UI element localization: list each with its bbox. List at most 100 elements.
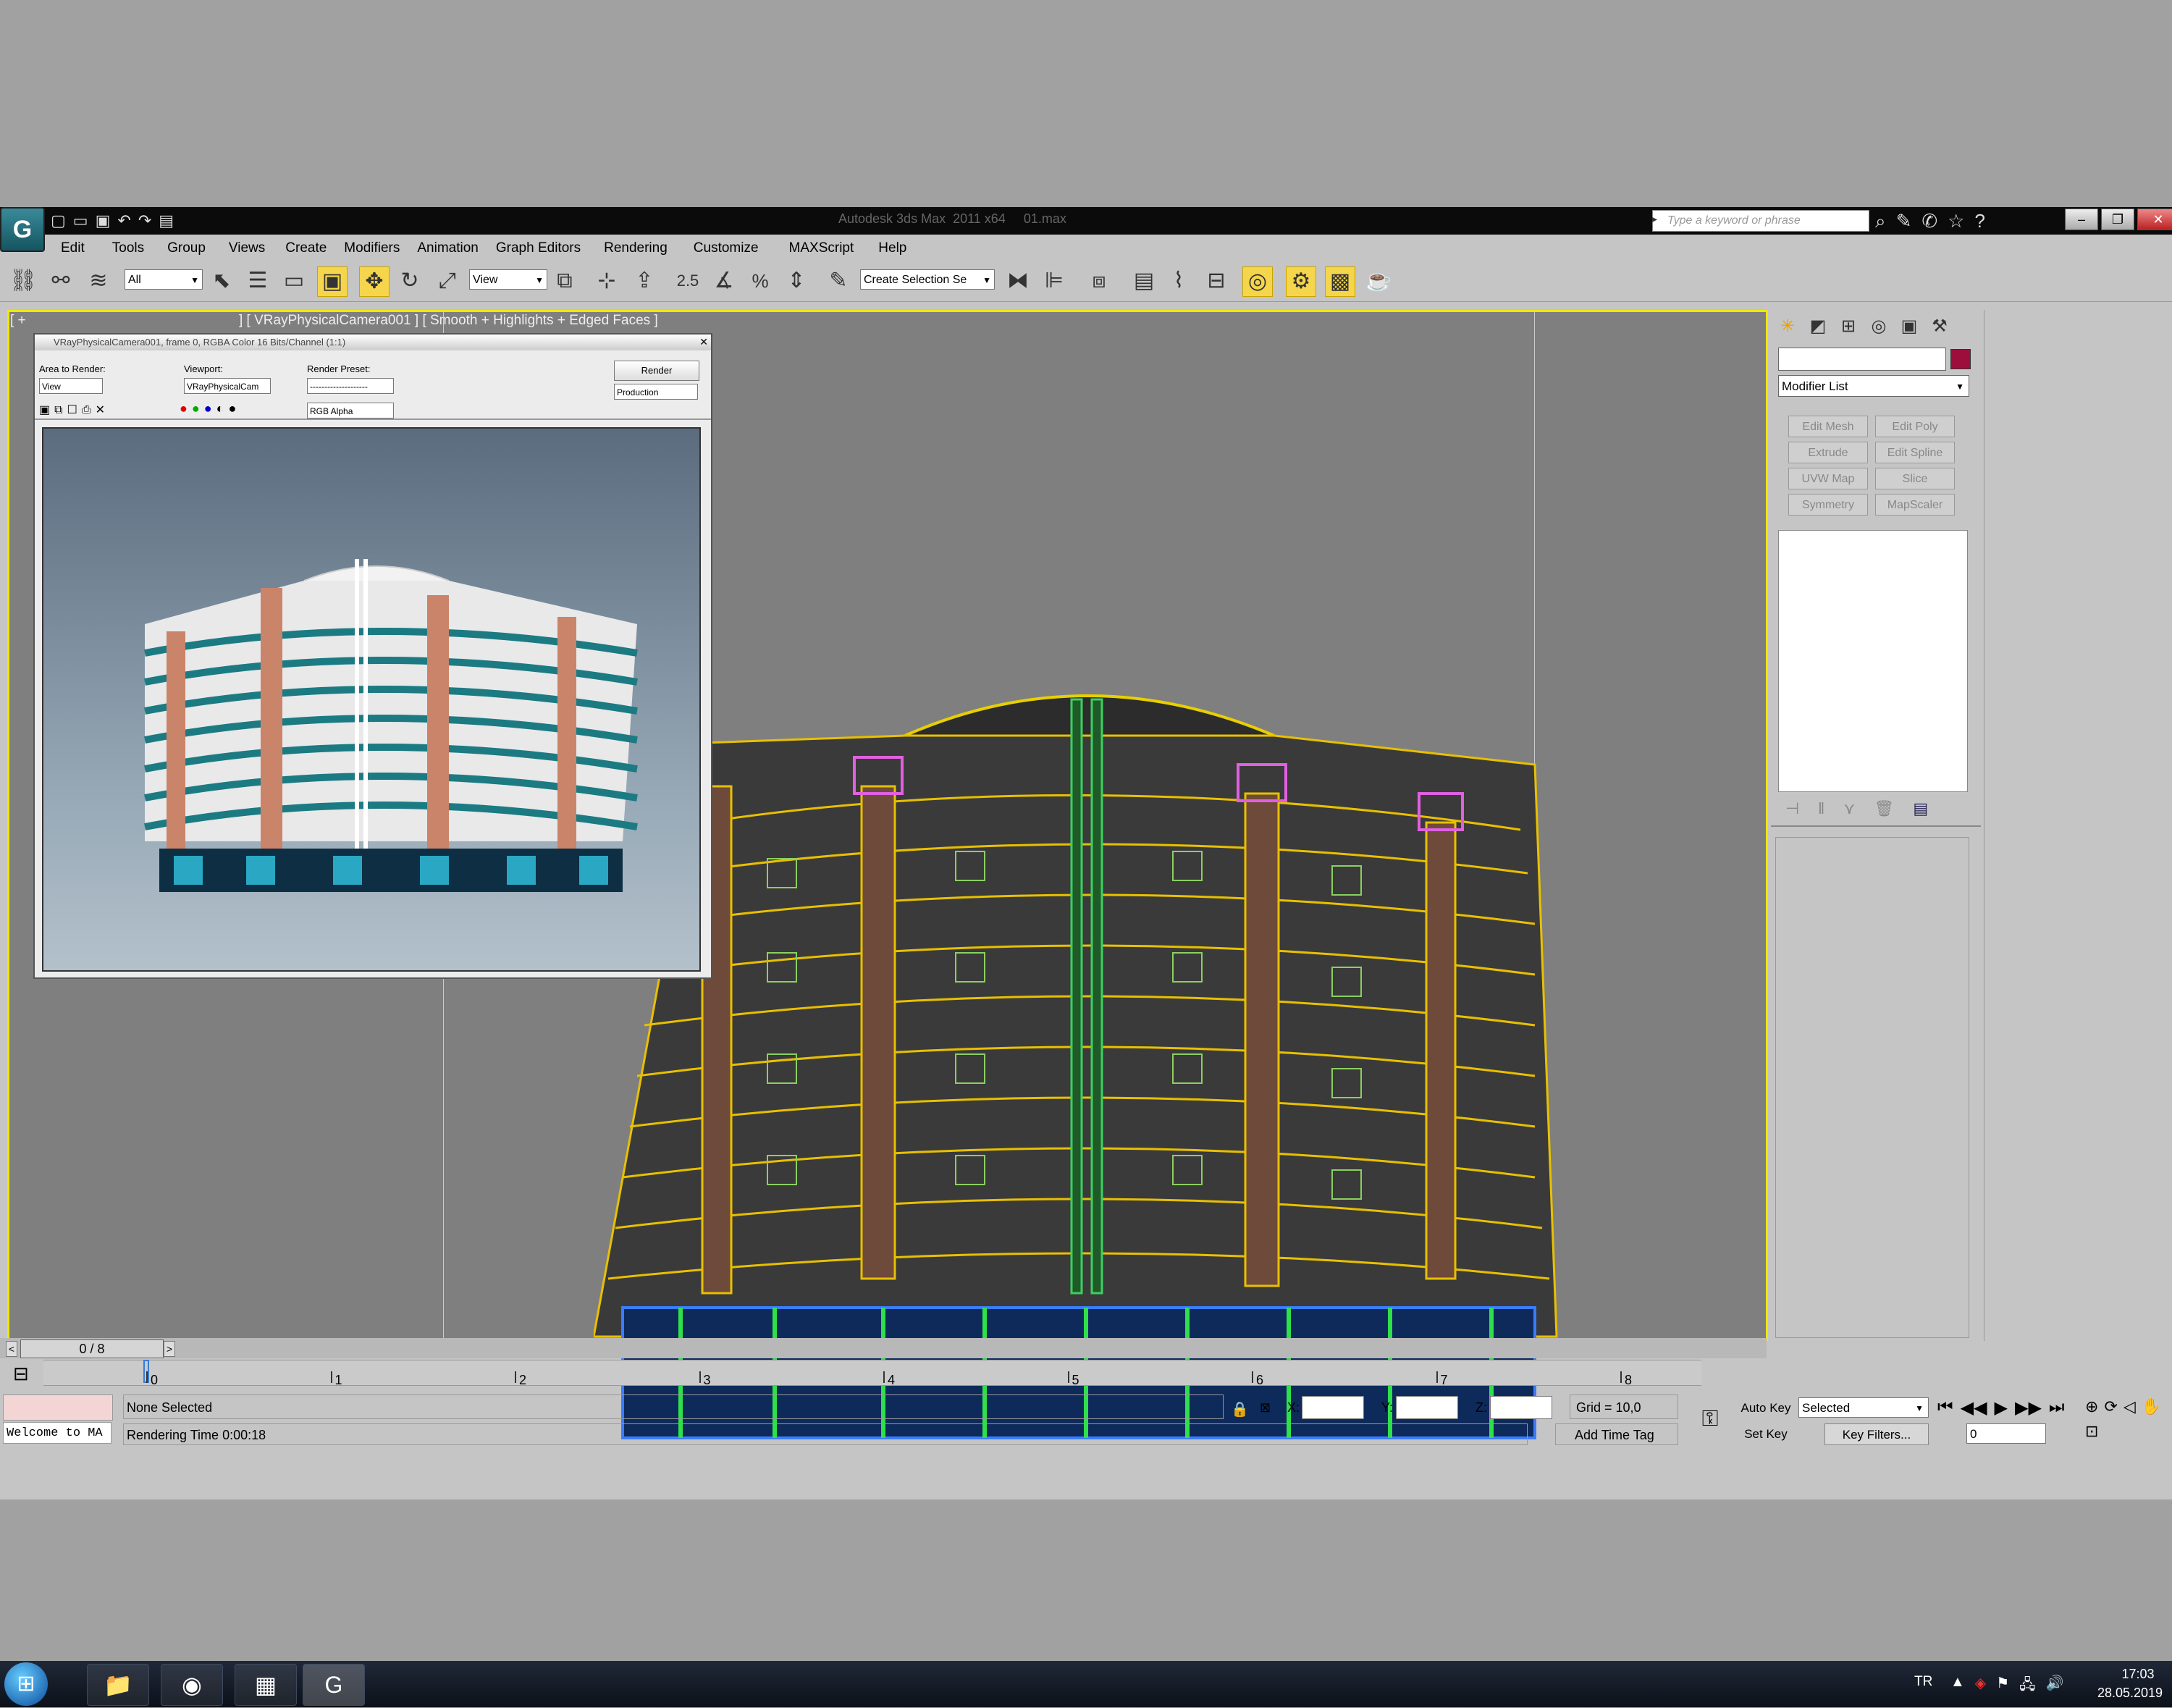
current-frame-field[interactable]: 0	[1966, 1423, 2046, 1444]
unlink-icon[interactable]: ⚯	[46, 266, 75, 295]
angle-snap-icon[interactable]: ∡	[710, 266, 738, 295]
menu-group[interactable]: Group	[153, 236, 214, 259]
mirror-icon[interactable]: ⧓	[1003, 266, 1032, 295]
menu-views[interactable]: Views	[214, 236, 274, 259]
spinner-snap-icon[interactable]: ⇕	[782, 266, 811, 295]
create-tab-icon[interactable]: ✳	[1775, 314, 1800, 339]
time-slider-thumb[interactable]: 0 / 8	[20, 1339, 164, 1358]
language-indicator[interactable]: TR	[1914, 1674, 1932, 1690]
select-move-icon[interactable]: ✥	[359, 266, 390, 297]
graphite-toolbar-icon[interactable]: ▤	[1129, 266, 1158, 295]
edit-mesh-button[interactable]: Edit Mesh	[1788, 416, 1868, 437]
align-icon[interactable]: ⊫	[1040, 266, 1069, 295]
undo-icon[interactable]: ↶	[117, 211, 130, 230]
add-time-tag[interactable]: Add Time Tag	[1555, 1423, 1678, 1445]
object-name-field[interactable]	[1778, 348, 1946, 371]
key-filters-button[interactable]: Key Filters...	[1824, 1423, 1929, 1445]
select-scale-icon[interactable]: ⤢	[433, 266, 462, 295]
menu-tools[interactable]: Tools	[93, 236, 153, 259]
building-wireframe-model[interactable]	[594, 547, 1607, 1445]
volume-icon[interactable]: 🔊	[2045, 1674, 2063, 1699]
configure-modifier-sets-icon[interactable]: ▤	[1913, 799, 1928, 818]
save-image-icon[interactable]: ▣⧉☐⎙✕	[39, 403, 109, 417]
modifier-list-select[interactable]: Modifier List ▼	[1778, 375, 1969, 397]
named-selection-select[interactable]: Create Selection Se ▼	[860, 269, 995, 290]
selection-filter-select[interactable]: All ▼	[125, 269, 203, 290]
symmetry-button[interactable]: Symmetry	[1788, 494, 1868, 516]
select-manipulate-icon[interactable]: ⊹	[592, 266, 621, 295]
render-button[interactable]: Render	[614, 361, 699, 381]
select-link-icon[interactable]: ⛓	[9, 266, 38, 295]
viewport-menu-label[interactable]: [ +	[10, 313, 26, 329]
field-of-view-icon[interactable]: ◁	[2123, 1397, 2136, 1416]
menu-edit[interactable]: Edit	[45, 236, 93, 259]
zoom-icon[interactable]: ⊕	[2085, 1397, 2098, 1416]
communication-icon[interactable]: ✆	[1921, 210, 1937, 233]
window-crossing-icon[interactable]: ▣	[317, 266, 348, 297]
redo-icon[interactable]: ↷	[138, 211, 151, 230]
channel-toggle-icons[interactable]: ●●●◐●	[180, 401, 240, 416]
select-object-icon[interactable]: ⬉	[207, 266, 236, 295]
start-button-icon[interactable]: ⊞	[4, 1662, 48, 1706]
uvw-map-button[interactable]: UVW Map	[1788, 468, 1868, 489]
channel-select[interactable]: RGB Alpha	[307, 403, 394, 418]
slice-button[interactable]: Slice	[1875, 468, 1955, 489]
modifier-stack[interactable]	[1778, 530, 1968, 792]
object-color-swatch[interactable]	[1950, 349, 1971, 369]
search-input[interactable]: Type a keyword or phrase	[1652, 210, 1869, 232]
make-unique-icon[interactable]: ⋎	[1843, 799, 1855, 818]
time-slider[interactable]	[0, 1338, 1767, 1358]
hierarchy-tab-icon[interactable]: ⊞	[1836, 314, 1861, 339]
go-to-end-icon[interactable]: ⏭	[2049, 1397, 2065, 1418]
menu-animation[interactable]: Animation	[408, 236, 487, 259]
render-window-close-icon[interactable]: ✕	[699, 336, 708, 348]
autodesk-apps-task-icon[interactable]: ▦	[235, 1664, 297, 1706]
pin-stack-icon[interactable]: ⊣	[1785, 799, 1799, 818]
menu-rendering[interactable]: Rendering	[589, 236, 676, 259]
menu-create[interactable]: Create	[274, 236, 335, 259]
subscription-icon[interactable]: ✎	[1896, 210, 1912, 233]
next-frame-icon[interactable]: ▶▶	[2015, 1397, 2042, 1418]
menu-maxscript[interactable]: MAXScript	[767, 236, 863, 259]
z-coordinate-field[interactable]	[1490, 1396, 1552, 1419]
layer-manager-icon[interactable]: ⧈	[1085, 266, 1114, 295]
edit-spline-button[interactable]: Edit Spline	[1875, 442, 1955, 463]
maximize-button[interactable]: ❐	[2101, 209, 2134, 230]
favorites-icon[interactable]: ☆	[1948, 210, 1964, 233]
clock-date[interactable]: 28.05.2019	[2095, 1686, 2165, 1701]
mini-curve-editor-icon[interactable]: ⊟	[13, 1363, 29, 1385]
viewport-select[interactable]: VRayPhysicalCam	[184, 378, 271, 394]
render-preset-select[interactable]: --------------------	[307, 378, 394, 394]
render-setup-icon[interactable]: ⚙	[1286, 266, 1316, 297]
area-to-render-select[interactable]: View	[39, 378, 103, 394]
display-tab-icon[interactable]: ▣	[1897, 314, 1921, 339]
time-slider-prev-icon[interactable]: <	[6, 1341, 17, 1357]
rendered-frame-window-icon[interactable]: ▩	[1325, 266, 1355, 297]
extrude-button[interactable]: Extrude	[1788, 442, 1868, 463]
new-file-icon[interactable]: ▢	[51, 211, 66, 230]
open-file-icon[interactable]: ▭	[73, 211, 88, 230]
chrome-task-icon[interactable]: ◉	[161, 1664, 223, 1706]
menu-graph-editors[interactable]: Graph Editors	[487, 236, 589, 259]
curve-editor-icon[interactable]: ⌇	[1164, 266, 1193, 295]
menu-help[interactable]: Help	[862, 236, 915, 259]
maxscript-mini-listener[interactable]	[3, 1394, 113, 1421]
auto-key-button[interactable]: Auto Key	[1738, 1397, 1794, 1419]
previous-frame-icon[interactable]: ◀◀	[1961, 1397, 1987, 1418]
bind-space-warp-icon[interactable]: ≋	[84, 266, 113, 295]
mapscaler-button[interactable]: MapScaler	[1875, 494, 1955, 516]
key-mode-select[interactable]: Selected ▼	[1798, 1397, 1929, 1418]
select-rotate-icon[interactable]: ↻	[395, 266, 424, 295]
binoculars-icon[interactable]: ⌕	[1875, 210, 1886, 233]
flag-icon[interactable]: ⚑	[1996, 1674, 2009, 1699]
utilities-tab-icon[interactable]: ⚒	[1927, 314, 1952, 339]
pan-icon[interactable]: ✋	[2142, 1397, 2161, 1416]
reference-coord-select[interactable]: View ▼	[469, 269, 547, 290]
y-coordinate-field[interactable]	[1396, 1396, 1458, 1419]
select-by-name-icon[interactable]: ☰	[243, 266, 272, 295]
play-icon[interactable]: ▶	[1995, 1397, 2008, 1418]
material-editor-icon[interactable]: ◎	[1242, 266, 1273, 297]
close-button[interactable]: ✕	[2137, 209, 2172, 230]
help-icon[interactable]: ?	[1974, 210, 1984, 233]
3ds-max-task-icon[interactable]: G	[303, 1664, 365, 1706]
